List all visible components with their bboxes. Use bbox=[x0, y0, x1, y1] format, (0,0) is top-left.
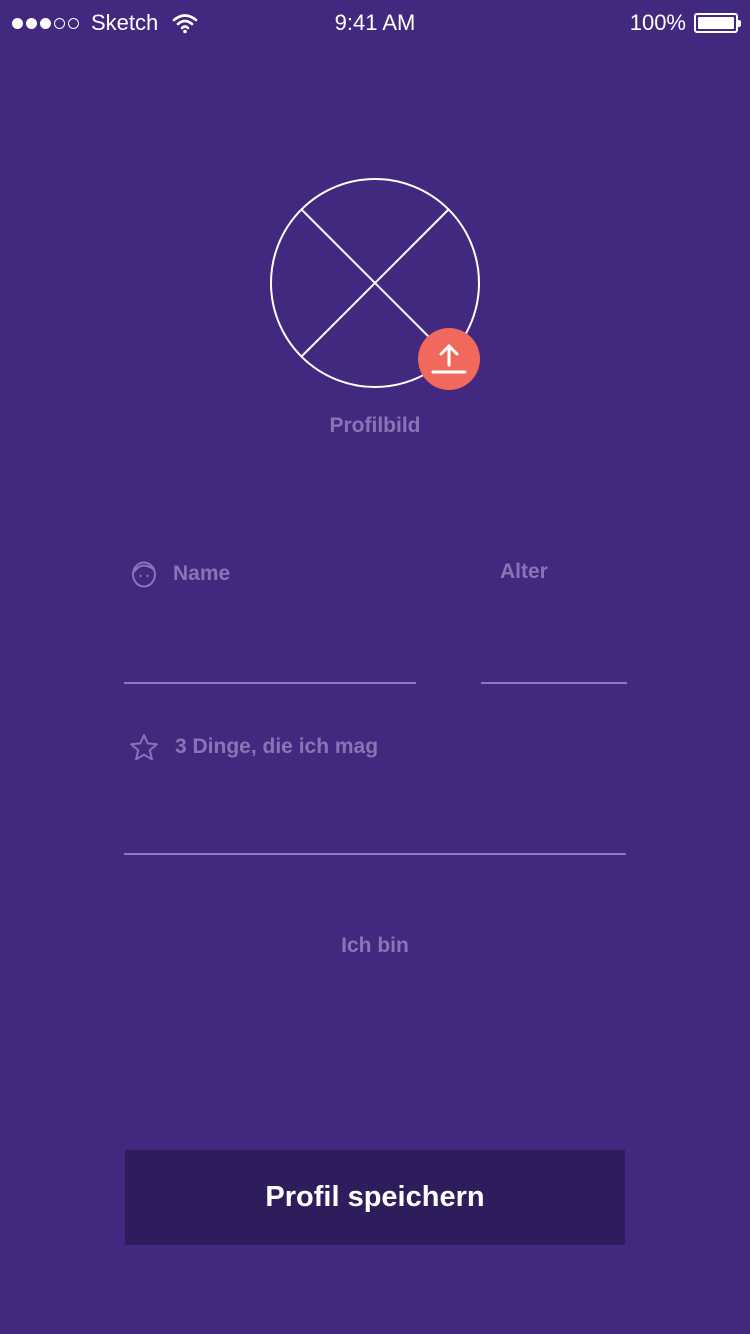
likes-underline bbox=[124, 853, 626, 855]
likes-input[interactable] bbox=[124, 772, 626, 852]
battery-fill bbox=[698, 17, 734, 29]
face-icon bbox=[132, 561, 156, 588]
upload-arrow-icon bbox=[431, 344, 467, 374]
upload-photo-button[interactable] bbox=[418, 328, 480, 390]
battery-icon bbox=[694, 13, 741, 33]
status-right: 100% bbox=[629, 10, 741, 36]
likes-field-label: 3 Dinge, die ich mag bbox=[129, 733, 378, 761]
profile-picture-label: Profilbild bbox=[329, 414, 421, 437]
star-icon bbox=[130, 734, 158, 761]
name-label: Name bbox=[173, 562, 231, 585]
battery-percent: 100% bbox=[629, 10, 686, 35]
likes-label: 3 Dinge, die ich mag bbox=[175, 735, 379, 758]
age-label: Alter bbox=[500, 560, 548, 583]
name-input[interactable] bbox=[124, 600, 416, 680]
save-profile-button[interactable]: Profil speichern bbox=[125, 1150, 625, 1245]
profile-picture[interactable] bbox=[270, 177, 482, 390]
name-underline bbox=[124, 682, 416, 684]
gender-label[interactable]: Ich bin bbox=[0, 934, 750, 958]
status-bar: Sketch 9:41 AM 100% bbox=[0, 0, 750, 44]
battery-tip bbox=[738, 20, 741, 27]
age-underline bbox=[481, 682, 627, 684]
age-field-label: Alter bbox=[500, 560, 548, 584]
age-input[interactable] bbox=[481, 600, 627, 680]
name-field-label: Name bbox=[131, 560, 230, 588]
